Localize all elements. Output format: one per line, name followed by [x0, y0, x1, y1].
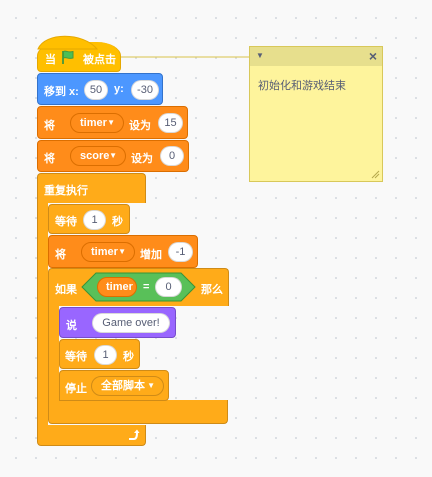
stop-option-label: 全部脚本 — [101, 380, 145, 392]
x-input[interactable]: 50 — [84, 80, 108, 100]
change-by-label: 增加 — [140, 249, 162, 261]
score-dropdown-label: score — [80, 150, 110, 162]
hat-cap — [37, 35, 99, 50]
equals-label: = — [143, 281, 150, 293]
change-value-input[interactable]: -1 — [168, 242, 193, 262]
timer-reporter[interactable]: timer — [97, 277, 137, 297]
comment-text[interactable]: 初始化和游戏结束 — [258, 77, 346, 93]
y-label: y: — [114, 83, 124, 95]
set-to-label: 设为 — [131, 153, 153, 165]
resize-handle-icon[interactable] — [370, 169, 380, 179]
forever-block-bottom[interactable] — [37, 425, 146, 446]
timer-variable-dropdown[interactable]: timer ▼ — [70, 113, 124, 133]
say-label: 说 — [66, 320, 77, 332]
hat-clicked-label: 被点击 — [83, 54, 116, 66]
wait-label: 等待 — [55, 216, 77, 228]
hat-when-label: 当 — [45, 54, 56, 66]
chevron-down-icon: ▼ — [107, 118, 115, 127]
set-timer-block[interactable]: 将 timer ▼ 设为 15 — [37, 106, 188, 139]
timer-dropdown-label: timer — [80, 117, 107, 129]
green-flag-icon[interactable] — [60, 49, 76, 65]
timer-variable-dropdown[interactable]: timer ▼ — [81, 242, 135, 262]
set-score-block[interactable]: 将 score ▼ 设为 0 — [37, 140, 189, 172]
set-label: 将 — [55, 249, 66, 261]
wait-seconds-input[interactable]: 1 — [94, 345, 117, 365]
stop-option-dropdown[interactable]: 全部脚本 ▼ — [91, 376, 164, 396]
seconds-label: 秒 — [123, 351, 134, 363]
forever-block-top[interactable]: 重复执行 — [37, 173, 146, 203]
then-label: 那么 — [201, 284, 223, 296]
if-label: 如果 — [55, 284, 77, 296]
wait-label: 等待 — [65, 351, 87, 363]
chevron-down-icon: ▼ — [109, 151, 117, 160]
when-flag-clicked-block[interactable]: 当 被点击 — [37, 35, 121, 72]
stop-block[interactable]: 停止 全部脚本 ▼ — [59, 370, 169, 401]
collapse-icon[interactable]: ▼ — [256, 51, 264, 60]
say-block[interactable]: 说 Game over! — [59, 307, 176, 338]
if-block-bottom[interactable] — [48, 400, 228, 424]
seconds-label: 秒 — [112, 216, 123, 228]
if-block-arm — [48, 305, 59, 401]
forever-block-arm — [37, 202, 48, 426]
go-to-label: 移到 x: — [44, 86, 79, 98]
comment-header[interactable]: ▼ × — [250, 47, 382, 66]
chevron-down-icon: ▼ — [118, 247, 126, 256]
change-timer-block[interactable]: 将 timer ▼ 增加 -1 — [48, 235, 198, 268]
score-value-input[interactable]: 0 — [160, 146, 184, 166]
close-icon[interactable]: × — [369, 48, 377, 64]
timer-dropdown-label: timer — [91, 246, 118, 258]
loop-arrow-icon — [129, 429, 140, 440]
wait-seconds-input[interactable]: 1 — [83, 210, 106, 230]
wait-block-1[interactable]: 等待 1 秒 — [48, 204, 130, 234]
chevron-down-icon: ▼ — [147, 381, 155, 390]
set-label: 将 — [44, 153, 55, 165]
stop-label: 停止 — [65, 383, 87, 395]
set-to-label: 设为 — [129, 120, 151, 132]
say-text-input[interactable]: Game over! — [92, 313, 170, 333]
wait-block-2[interactable]: 等待 1 秒 — [59, 339, 140, 369]
timer-value-input[interactable]: 15 — [158, 113, 183, 133]
set-label: 将 — [44, 120, 55, 132]
forever-label: 重复执行 — [44, 185, 88, 197]
score-variable-dropdown[interactable]: score ▼ — [70, 146, 126, 166]
y-input[interactable]: -30 — [131, 80, 159, 100]
compare-value-input[interactable]: 0 — [155, 277, 182, 297]
comment-note[interactable]: ▼ × 初始化和游戏结束 — [249, 46, 383, 182]
go-to-xy-block[interactable]: 移到 x: 50 y: -30 — [37, 73, 163, 105]
